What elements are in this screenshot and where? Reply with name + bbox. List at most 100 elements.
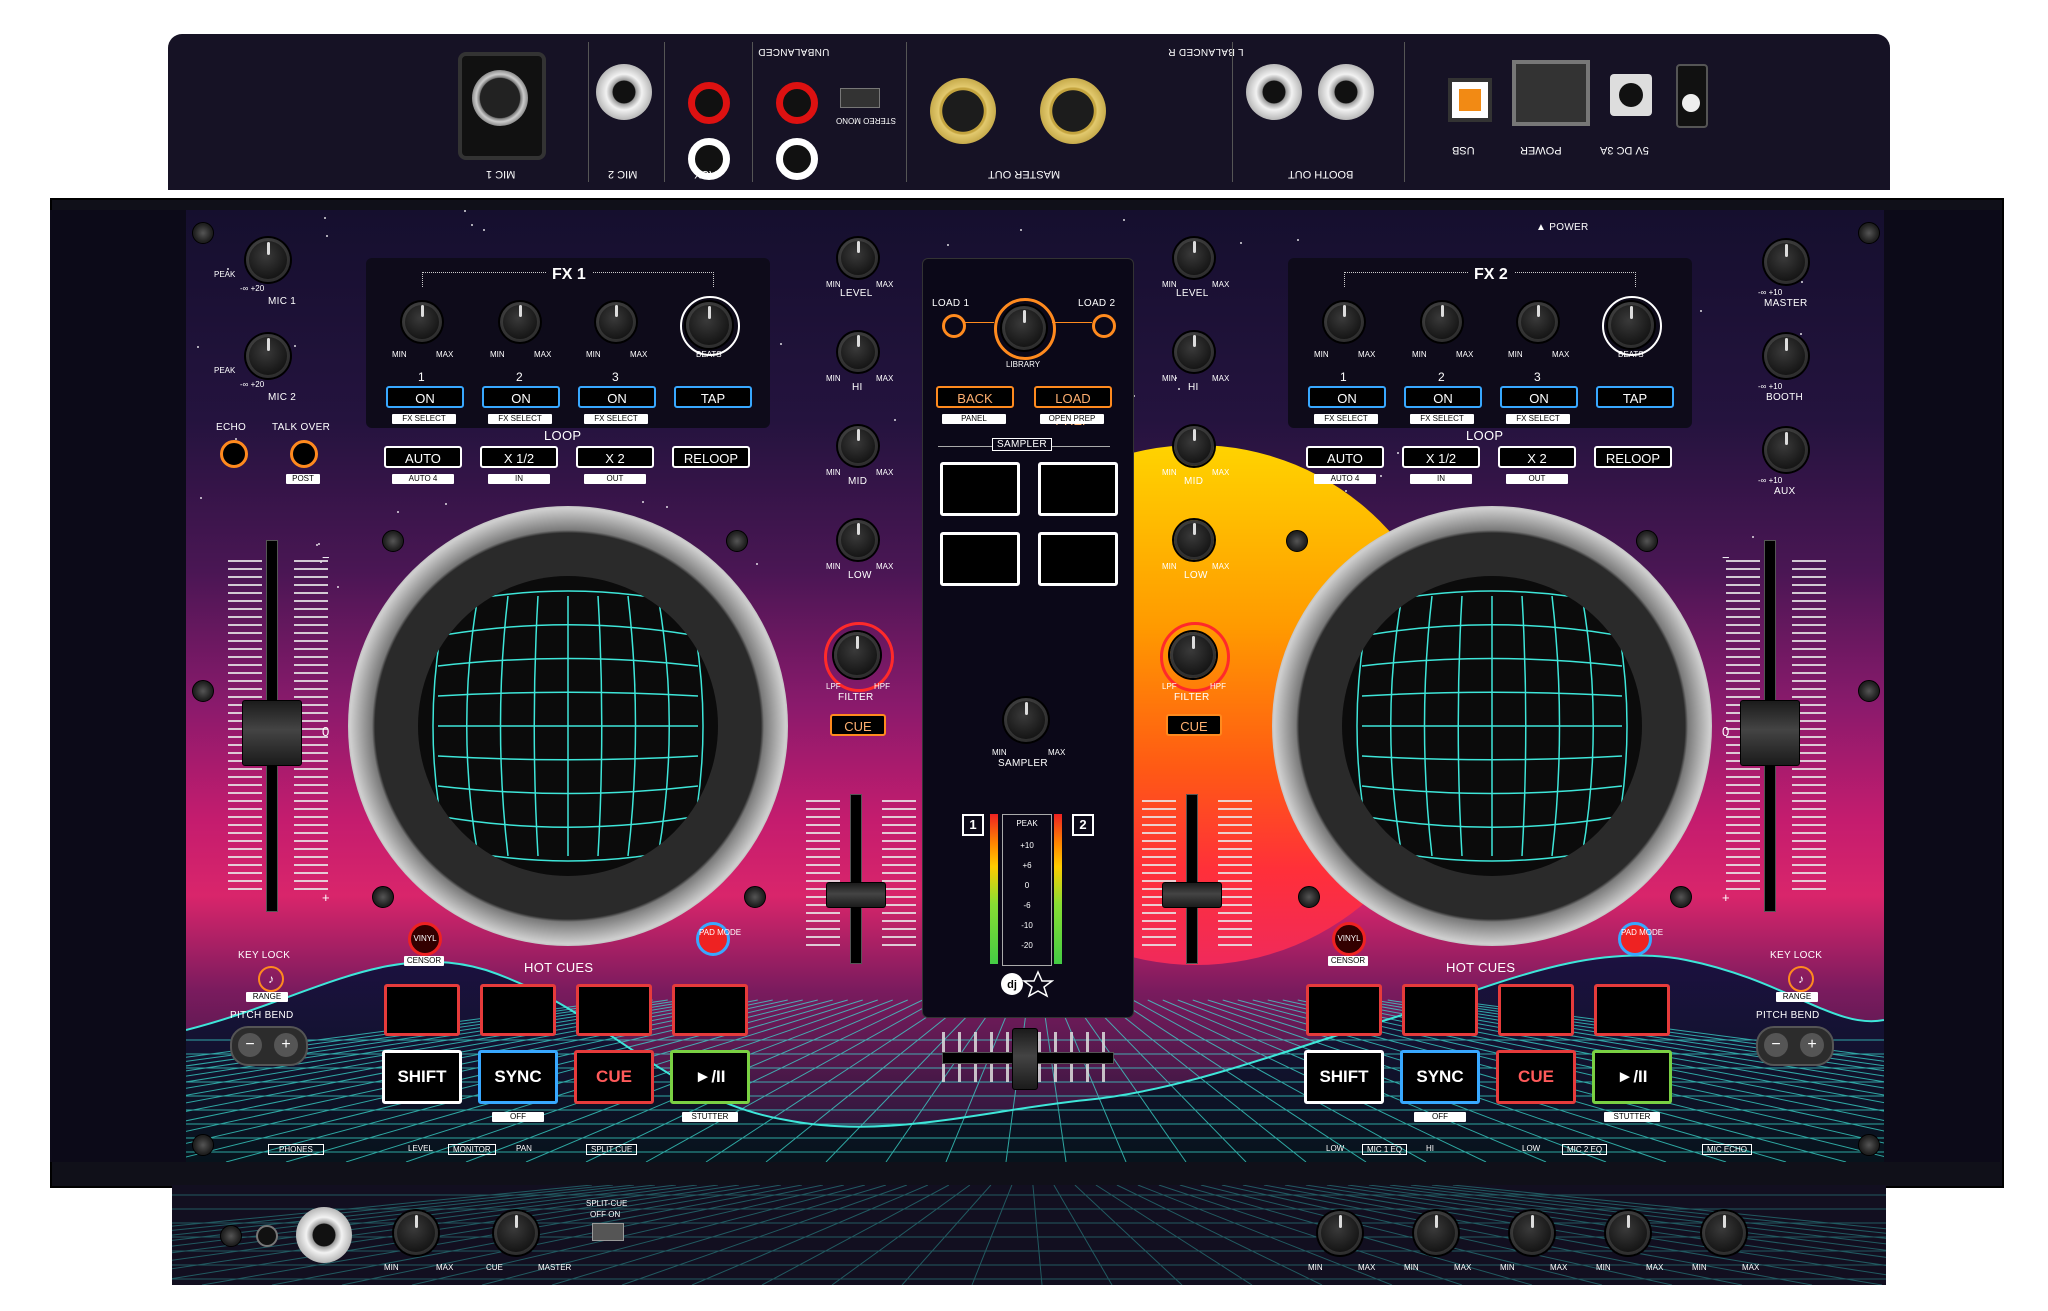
ch2-cue-button[interactable]: CUE bbox=[1166, 714, 1222, 736]
right-sync-button[interactable]: SYNC bbox=[1400, 1050, 1480, 1104]
talk-over-button[interactable] bbox=[290, 440, 318, 468]
right-vinyl-button[interactable]: VINYL bbox=[1332, 922, 1366, 956]
left-cue-button[interactable]: CUE bbox=[574, 1050, 654, 1104]
front-level-knob[interactable] bbox=[394, 1211, 438, 1255]
right-hot-cue-2[interactable] bbox=[1402, 984, 1478, 1036]
left-pad-mode-button[interactable]: PAD MODE bbox=[696, 922, 741, 956]
master-out-r-xlr[interactable] bbox=[1040, 78, 1106, 144]
phones-jack[interactable] bbox=[296, 1207, 352, 1263]
loop-left-reloop-button[interactable]: RELOOP bbox=[672, 446, 750, 468]
library-encoder[interactable] bbox=[1002, 306, 1046, 350]
back-button[interactable]: BACK bbox=[936, 386, 1014, 408]
stereo-mono-switch[interactable] bbox=[840, 88, 880, 108]
ch2-filter-knob[interactable] bbox=[1170, 632, 1216, 678]
ch2-level-knob[interactable] bbox=[1174, 238, 1214, 278]
fx1-knob-3[interactable] bbox=[596, 302, 636, 342]
split-cue-switch[interactable] bbox=[592, 1223, 624, 1241]
right-pitch-bend-rocker[interactable]: − + bbox=[1756, 1026, 1834, 1066]
sampler-pad-2[interactable] bbox=[1038, 462, 1118, 516]
ch1-low-knob[interactable] bbox=[838, 520, 878, 560]
fx2-on-2-button[interactable]: ON bbox=[1404, 386, 1482, 408]
fx1-on-1-button[interactable]: ON bbox=[386, 386, 464, 408]
fx1-beats-knob[interactable] bbox=[686, 302, 732, 348]
ch1-filter-knob[interactable] bbox=[834, 632, 880, 678]
aux-knob[interactable] bbox=[1764, 428, 1808, 472]
left-key-lock-button[interactable]: ♪ bbox=[258, 966, 284, 992]
loop-left-half-button[interactable]: X 1/2 bbox=[480, 446, 558, 468]
sampler-pad-4[interactable] bbox=[1038, 532, 1118, 586]
right-pitch-cap[interactable] bbox=[1740, 700, 1800, 766]
mic1-gain-knob[interactable] bbox=[246, 238, 290, 282]
fx2-knob-1[interactable] bbox=[1324, 302, 1364, 342]
loop-left-double-button[interactable]: X 2 bbox=[576, 446, 654, 468]
ch1-mid-knob[interactable] bbox=[838, 426, 878, 466]
front-knob-4[interactable] bbox=[1606, 1211, 1650, 1255]
front-knob-2[interactable] bbox=[1414, 1211, 1458, 1255]
mic1-combo-jack[interactable] bbox=[458, 52, 546, 160]
right-hot-cue-3[interactable] bbox=[1498, 984, 1574, 1036]
aux-r-rca[interactable] bbox=[688, 82, 730, 124]
right-pad-mode-button[interactable]: PAD MODE bbox=[1618, 922, 1663, 956]
power-switch[interactable] bbox=[1512, 60, 1590, 126]
sampler-pad-1[interactable] bbox=[940, 462, 1020, 516]
right-hot-cue-4[interactable] bbox=[1594, 984, 1670, 1036]
load2-button[interactable] bbox=[1092, 314, 1116, 338]
left-pitch-cap[interactable] bbox=[242, 700, 302, 766]
ch1-fader-cap[interactable] bbox=[826, 882, 886, 908]
left-jog-wheel[interactable] bbox=[348, 506, 788, 946]
fx1-knob-1[interactable] bbox=[402, 302, 442, 342]
fx1-on-3-button[interactable]: ON bbox=[578, 386, 656, 408]
loop-left-auto-button[interactable]: AUTO bbox=[384, 446, 462, 468]
fx2-beats-knob[interactable] bbox=[1608, 302, 1654, 348]
usb-port-icon[interactable] bbox=[1448, 78, 1492, 122]
right-play-button[interactable]: ►/II bbox=[1592, 1050, 1672, 1104]
mini-jack[interactable] bbox=[256, 1225, 278, 1247]
fx2-on-1-button[interactable]: ON bbox=[1308, 386, 1386, 408]
left-pitch-bend-plus[interactable]: + bbox=[274, 1033, 298, 1057]
left-vinyl-button[interactable]: VINYL bbox=[408, 922, 442, 956]
ch1-cue-button[interactable]: CUE bbox=[830, 714, 886, 736]
fx1-tap-button[interactable]: TAP bbox=[674, 386, 752, 408]
master-knob[interactable] bbox=[1764, 240, 1808, 284]
echo-button[interactable] bbox=[220, 440, 248, 468]
sampler-volume-knob[interactable] bbox=[1004, 698, 1048, 742]
ch2-mid-knob[interactable] bbox=[1174, 426, 1214, 466]
fx2-knob-3[interactable] bbox=[1518, 302, 1558, 342]
fx2-on-3-button[interactable]: ON bbox=[1500, 386, 1578, 408]
ch1-hi-knob[interactable] bbox=[838, 332, 878, 372]
ch2-low-knob[interactable] bbox=[1174, 520, 1214, 560]
mic2-gain-knob[interactable] bbox=[246, 334, 290, 378]
left-pitch-bend-minus[interactable]: − bbox=[238, 1033, 262, 1057]
booth-out-r-jack[interactable] bbox=[1318, 64, 1374, 120]
right-jog-wheel[interactable] bbox=[1272, 506, 1712, 946]
load1-button[interactable] bbox=[942, 314, 966, 338]
fx2-knob-2[interactable] bbox=[1422, 302, 1462, 342]
front-knob-1[interactable] bbox=[1318, 1211, 1362, 1255]
loop-right-reloop-button[interactable]: RELOOP bbox=[1594, 446, 1672, 468]
right-pitch-bend-minus[interactable]: − bbox=[1764, 1033, 1788, 1057]
load-prep-button[interactable]: LOAD PREP bbox=[1034, 386, 1112, 428]
booth-knob[interactable] bbox=[1764, 334, 1808, 378]
crossfader-cap[interactable] bbox=[1012, 1028, 1038, 1090]
left-hot-cue-3[interactable] bbox=[576, 984, 652, 1036]
ch2-hi-knob[interactable] bbox=[1174, 332, 1214, 372]
fx1-on-2-button[interactable]: ON bbox=[482, 386, 560, 408]
left-play-button[interactable]: ►/II bbox=[670, 1050, 750, 1104]
loop-right-auto-button[interactable]: AUTO bbox=[1306, 446, 1384, 468]
right-shift-button[interactable]: SHIFT bbox=[1304, 1050, 1384, 1104]
unbal-r-rca[interactable] bbox=[776, 82, 818, 124]
left-hot-cue-2[interactable] bbox=[480, 984, 556, 1036]
left-sync-button[interactable]: SYNC bbox=[478, 1050, 558, 1104]
fx2-tap-button[interactable]: TAP bbox=[1596, 386, 1674, 408]
ch1-level-knob[interactable] bbox=[838, 238, 878, 278]
left-pitch-bend-rocker[interactable]: − + bbox=[230, 1026, 308, 1066]
left-hot-cue-4[interactable] bbox=[672, 984, 748, 1036]
right-hot-cue-1[interactable] bbox=[1306, 984, 1382, 1036]
sampler-pad-3[interactable] bbox=[940, 532, 1020, 586]
right-key-lock-button[interactable]: ♪ bbox=[1788, 966, 1814, 992]
front-knob-5[interactable] bbox=[1702, 1211, 1746, 1255]
booth-out-l-jack[interactable] bbox=[1246, 64, 1302, 120]
right-pitch-bend-plus[interactable]: + bbox=[1800, 1033, 1824, 1057]
loop-right-double-button[interactable]: X 2 bbox=[1498, 446, 1576, 468]
fx1-knob-2[interactable] bbox=[500, 302, 540, 342]
